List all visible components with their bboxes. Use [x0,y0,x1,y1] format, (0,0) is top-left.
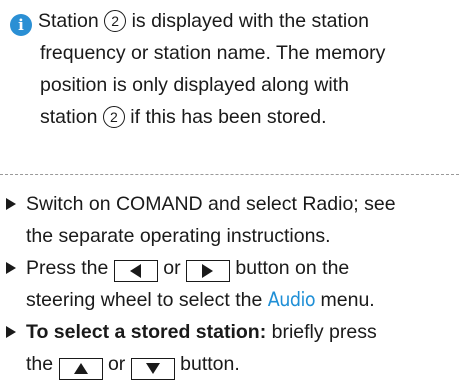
step-switch-on-comand: Switch on COMAND and select Radio; see t… [6,188,456,252]
step-text: Press the [26,257,109,279]
step-text: the separate operating instructions. [26,225,331,247]
step-text: Switch on COMAND and select Radio; see [26,193,396,215]
step-text: steering wheel to select the [26,289,263,311]
up-arrow-key-icon [58,357,103,380]
step-text: or [163,257,181,279]
step-text-line: To select a stored station: briefly pres… [26,316,456,348]
note-line-1: i Station 2 is displayed with the station [10,5,450,37]
note-line-4: station 2 if this has been stored. [10,101,450,133]
step-text-line: steering wheel to select the Audio menu. [26,284,456,316]
manual-page: i Station 2 is displayed with the station… [0,0,459,380]
step-select-stored-station: To select a stored station: briefly pres… [6,316,456,380]
step-text: button. [180,353,240,375]
step-text: button on the [235,257,350,279]
left-arrow-key-icon [113,260,158,282]
note-line-2: frequency or station name. The memory [40,42,386,64]
note-text: if this has been stored. [130,106,327,128]
step-text: or [107,353,126,375]
step-bullet-icon [6,188,22,220]
step-bullet-icon [6,252,22,284]
info-icon: i [10,14,32,36]
station-callout-marker: 2 [102,106,125,128]
step-text-line: the or button. [26,348,456,380]
step-heading: To select a stored station: [26,321,267,343]
step-text: the [26,353,54,375]
right-arrow-key-icon [185,260,230,282]
dashed-divider [0,174,459,175]
note-text: Station [38,10,99,32]
audio-menu-label: Audio [267,288,316,311]
instruction-steps: Switch on COMAND and select Radio; see t… [6,188,456,380]
step-text: briefly press [271,321,377,343]
info-note: i Station 2 is displayed with the station… [10,5,450,133]
step-text: menu. [320,289,375,311]
step-text-line: Press the or button on the [26,252,456,284]
note-text: is displayed with the station [131,10,369,32]
step-bullet-icon [6,316,22,348]
note-text: station [40,106,98,128]
station-callout-marker: 2 [104,10,127,32]
step-select-audio-menu: Press the or button on the steering whee… [6,252,456,316]
note-line-3: position is only displayed along with [40,74,349,96]
down-arrow-key-icon [130,357,175,380]
